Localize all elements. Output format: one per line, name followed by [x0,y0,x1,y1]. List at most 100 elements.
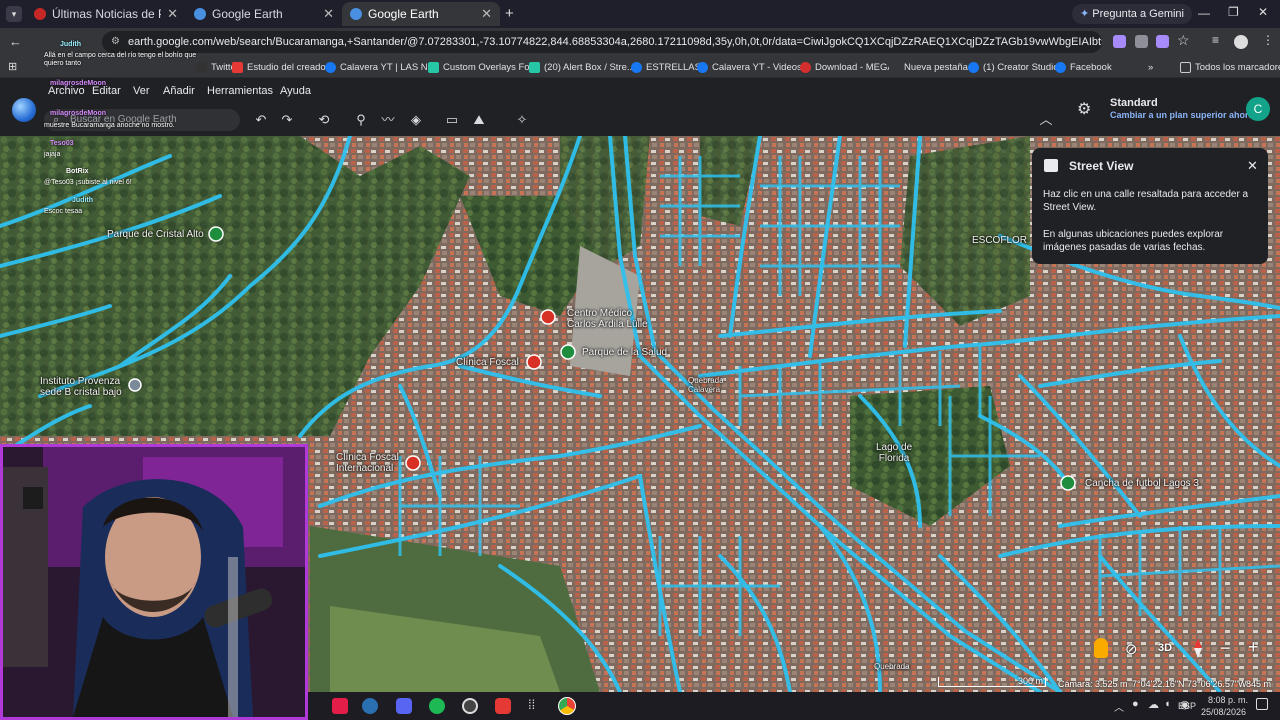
discord-icon[interactable] [396,698,412,714]
chat-username: milagrosdeMoon [50,110,107,117]
cast-icon[interactable] [1156,35,1169,48]
webcam-feed [3,447,305,717]
close-icon[interactable]: ✕ [323,6,334,22]
bookmark-label: Download - MEGA [815,61,894,73]
back-icon[interactable]: ← [9,34,22,49]
notifications-icon[interactable] [1256,698,1268,710]
translate-icon[interactable] [1135,35,1148,48]
ruler-icon[interactable]: ▭ [443,111,461,129]
site-info-icon[interactable]: ⚙ [111,31,120,53]
plan-title: Standard [1110,97,1158,109]
profile-avatar[interactable] [1234,35,1248,49]
upgrade-plan-link[interactable]: Cambiar a un plan superior ahora [1110,110,1254,120]
pegman-icon[interactable] [1094,638,1108,658]
path-icon[interactable]: 〰 [379,111,397,129]
bookmark-item[interactable]: Calavera YT - Videos... [697,59,810,75]
account-avatar[interactable]: C [1246,97,1270,121]
mega-icon [800,61,811,73]
streamlabs-icon [529,61,540,73]
gemini-button[interactable]: ✦ Pregunta a Gemini [1072,4,1192,24]
collapse-icon[interactable]: ︿ [1037,111,1055,129]
menu-anadir[interactable]: Añadir [163,85,195,97]
elevation-readout: 845 m [1246,679,1272,689]
tab-search-button[interactable]: ▾ [6,6,22,22]
menu-herramientas[interactable]: Herramientas [207,85,273,97]
maximize-button[interactable]: ❐ [1228,5,1239,19]
hide-imagery-icon[interactable]: ⊘ [1125,640,1138,658]
toggle-3d-button[interactable]: 3D [1158,642,1172,654]
bookmark-label: Facebook [1070,61,1112,73]
clock-date[interactable]: 25/08/2026 [1201,707,1246,717]
place-label-centro-medico[interactable]: Centro Médico Carlos Ardila Lülle [567,308,648,330]
spotify-icon[interactable] [429,698,445,714]
earth-logo[interactable] [12,98,36,122]
tab-google-earth-2[interactable]: Google Earth ✕ [342,2,500,26]
settings-gear-icon[interactable]: ⚙ [1077,99,1091,119]
cloud-icon[interactable]: ☁ [1148,698,1159,711]
compass-icon[interactable] [1188,638,1206,658]
zoom-out-button[interactable]: − [1220,638,1231,659]
minimize-button[interactable]: — [1198,6,1210,20]
history-icon[interactable]: ⟲ [315,111,333,129]
close-icon[interactable]: ✕ [481,6,492,22]
layers-icon[interactable]: ◈ [407,111,425,129]
youtube-studio-icon [232,61,243,73]
steam-icon[interactable] [362,698,378,714]
apps-grid-icon[interactable]: ⊞ [8,60,17,73]
bookmark-label: Calavera YT - Videos... [712,61,810,73]
tab-noticias[interactable]: Últimas Noticias de Panamá En ✕ [26,2,186,26]
earth-toolbar: Archivo Editar Ver Añadir Herramientas A… [0,78,1280,136]
place-label-foscal-internacional[interactable]: Clínica Foscal Internacional [336,452,399,474]
chrome-icon[interactable] [558,697,576,715]
bookmark-item[interactable]: Download - MEGA [800,59,894,75]
redo-icon[interactable]: ↷ [278,111,296,129]
close-icon[interactable]: ✕ [167,6,178,22]
folder-icon [1180,61,1191,73]
undo-icon[interactable]: ↶ [252,111,270,129]
all-bookmarks[interactable]: Todos los marcadores [1180,59,1280,75]
reading-list-icon[interactable]: ≡ [1212,33,1219,47]
zoom-in-button[interactable]: + [1248,637,1259,658]
close-window-button[interactable]: ✕ [1258,5,1268,19]
bookmark-star-icon[interactable]: ☆ [1177,32,1190,49]
volume-icon[interactable]: ◖ [1164,698,1171,710]
place-label-cancha[interactable]: Cancha de futbol Lagos 3 [1085,478,1199,489]
streamlabs-icon [428,61,439,73]
clock-time[interactable]: 8:08 p. m. [1208,695,1248,705]
chat-message: jajaja [44,151,61,158]
bookmark-item[interactable]: (1) Creator Studio [968,59,1059,75]
place-label-parque-cristal[interactable]: Parque de Cristal Alto [107,229,204,240]
bookmark-item[interactable]: Custom Overlays Fo... [428,59,538,75]
bookmark-item[interactable]: ESTRELLAS [631,59,701,75]
bookmark-item[interactable]: Facebook [1055,59,1112,75]
bookmarks-overflow[interactable]: » [1148,59,1153,75]
placemark-icon[interactable]: ⚲ [352,111,370,129]
satellite-icon[interactable]: ✧ [513,111,531,129]
menu-ayuda[interactable]: Ayuda [280,85,311,97]
image-icon[interactable]: ⛰ [470,111,488,129]
chat-username: Judith [72,197,93,204]
tray-chevron-icon[interactable]: ︿ [1114,699,1124,714]
microphone-icon[interactable]: ● [1132,698,1139,710]
obs-icon[interactable] [462,698,478,714]
facebook-icon [325,61,336,73]
bookmark-item[interactable]: Nueva pestaña [889,59,968,75]
tab-google-earth-1[interactable]: Google Earth ✕ [186,2,342,26]
apps-grid-icon[interactable]: ⁞⁞ [528,697,535,712]
tiktok-icon[interactable] [332,698,348,714]
streamlabs-icon[interactable] [495,698,511,714]
menu-ver[interactable]: Ver [133,85,150,97]
bookmark-item[interactable]: (20) Alert Box / Stre... [529,59,635,75]
keyboard-language[interactable]: ESP [1178,701,1196,711]
place-label-clinica-foscal[interactable]: Clínica Foscal [456,357,519,368]
place-label-instituto[interactable]: Instituto Provenza sede B cristal bajo [40,376,122,398]
windows-taskbar: ⁞⁞ ︿ ● ☁ ◖ ◉ ESP 8:08 p. m. 25/08/2026 [308,692,1280,720]
bookmark-item[interactable]: Estudio del creador [232,59,329,75]
extension-icon[interactable] [1113,35,1126,48]
new-tab-button[interactable]: + [505,5,514,22]
address-bar[interactable]: ⚙ earth.google.com/web/search/Bucaramang… [102,31,1102,53]
menu-dots-icon[interactable]: ⋮ [1262,33,1274,47]
place-label-parque-salud[interactable]: Parque de la Salud [582,347,667,358]
bookmark-item[interactable]: Calavera YT | LAS N... [325,59,436,75]
close-icon[interactable]: ✕ [1247,158,1258,174]
